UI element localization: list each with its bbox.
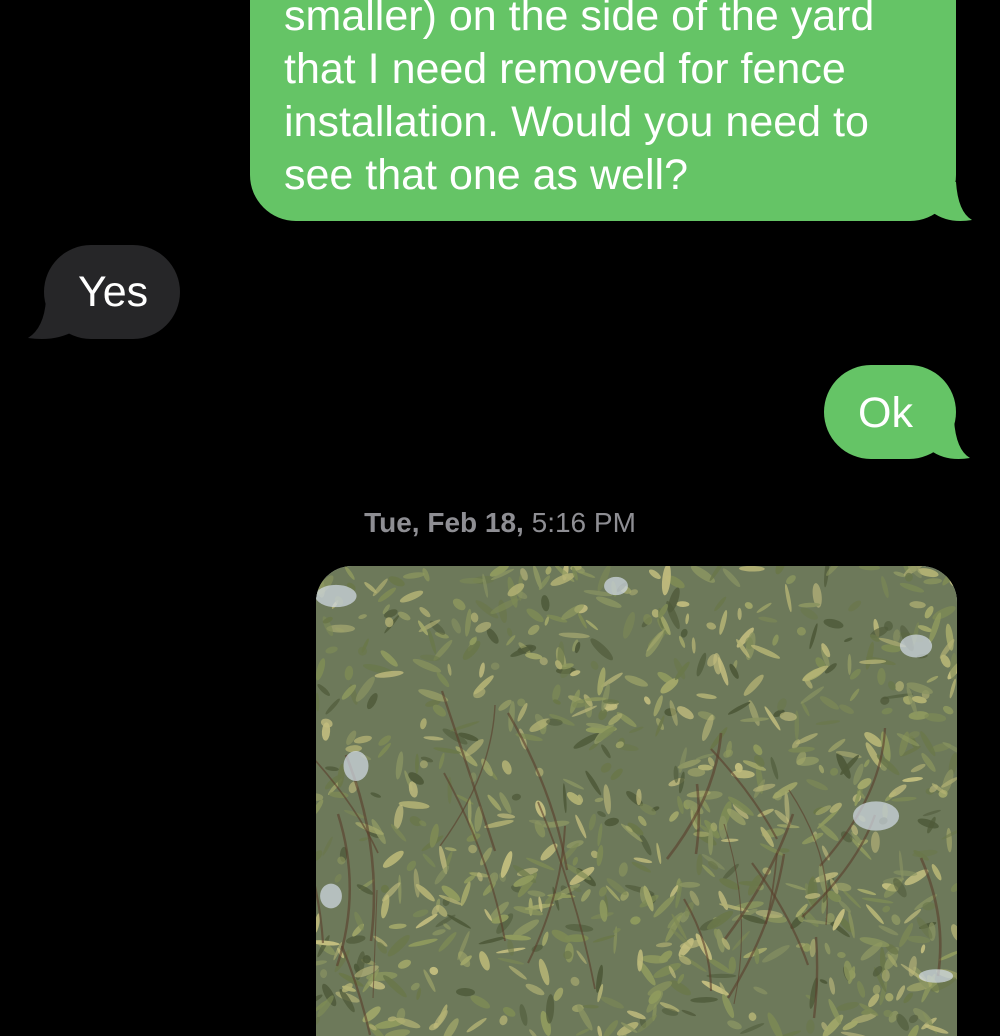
incoming-bubble-tail: [28, 300, 76, 339]
tree-photo: [316, 566, 957, 1036]
timestamp-time: 5:16 PM: [531, 507, 636, 538]
photo-attachment[interactable]: [316, 566, 957, 1036]
outgoing-message-bubble[interactable]: smaller) on the side of the yard that I …: [250, 0, 956, 221]
message-text: Yes: [78, 268, 149, 316]
timestamp-day: Tue, Feb 18,: [364, 507, 524, 538]
message-timestamp: Tue, Feb 18, 5:16 PM: [0, 505, 1000, 541]
outgoing-bubble-tail: [928, 182, 972, 221]
outgoing-bubble-tail: [926, 420, 970, 459]
message-text: smaller) on the side of the yard that I …: [284, 0, 875, 199]
